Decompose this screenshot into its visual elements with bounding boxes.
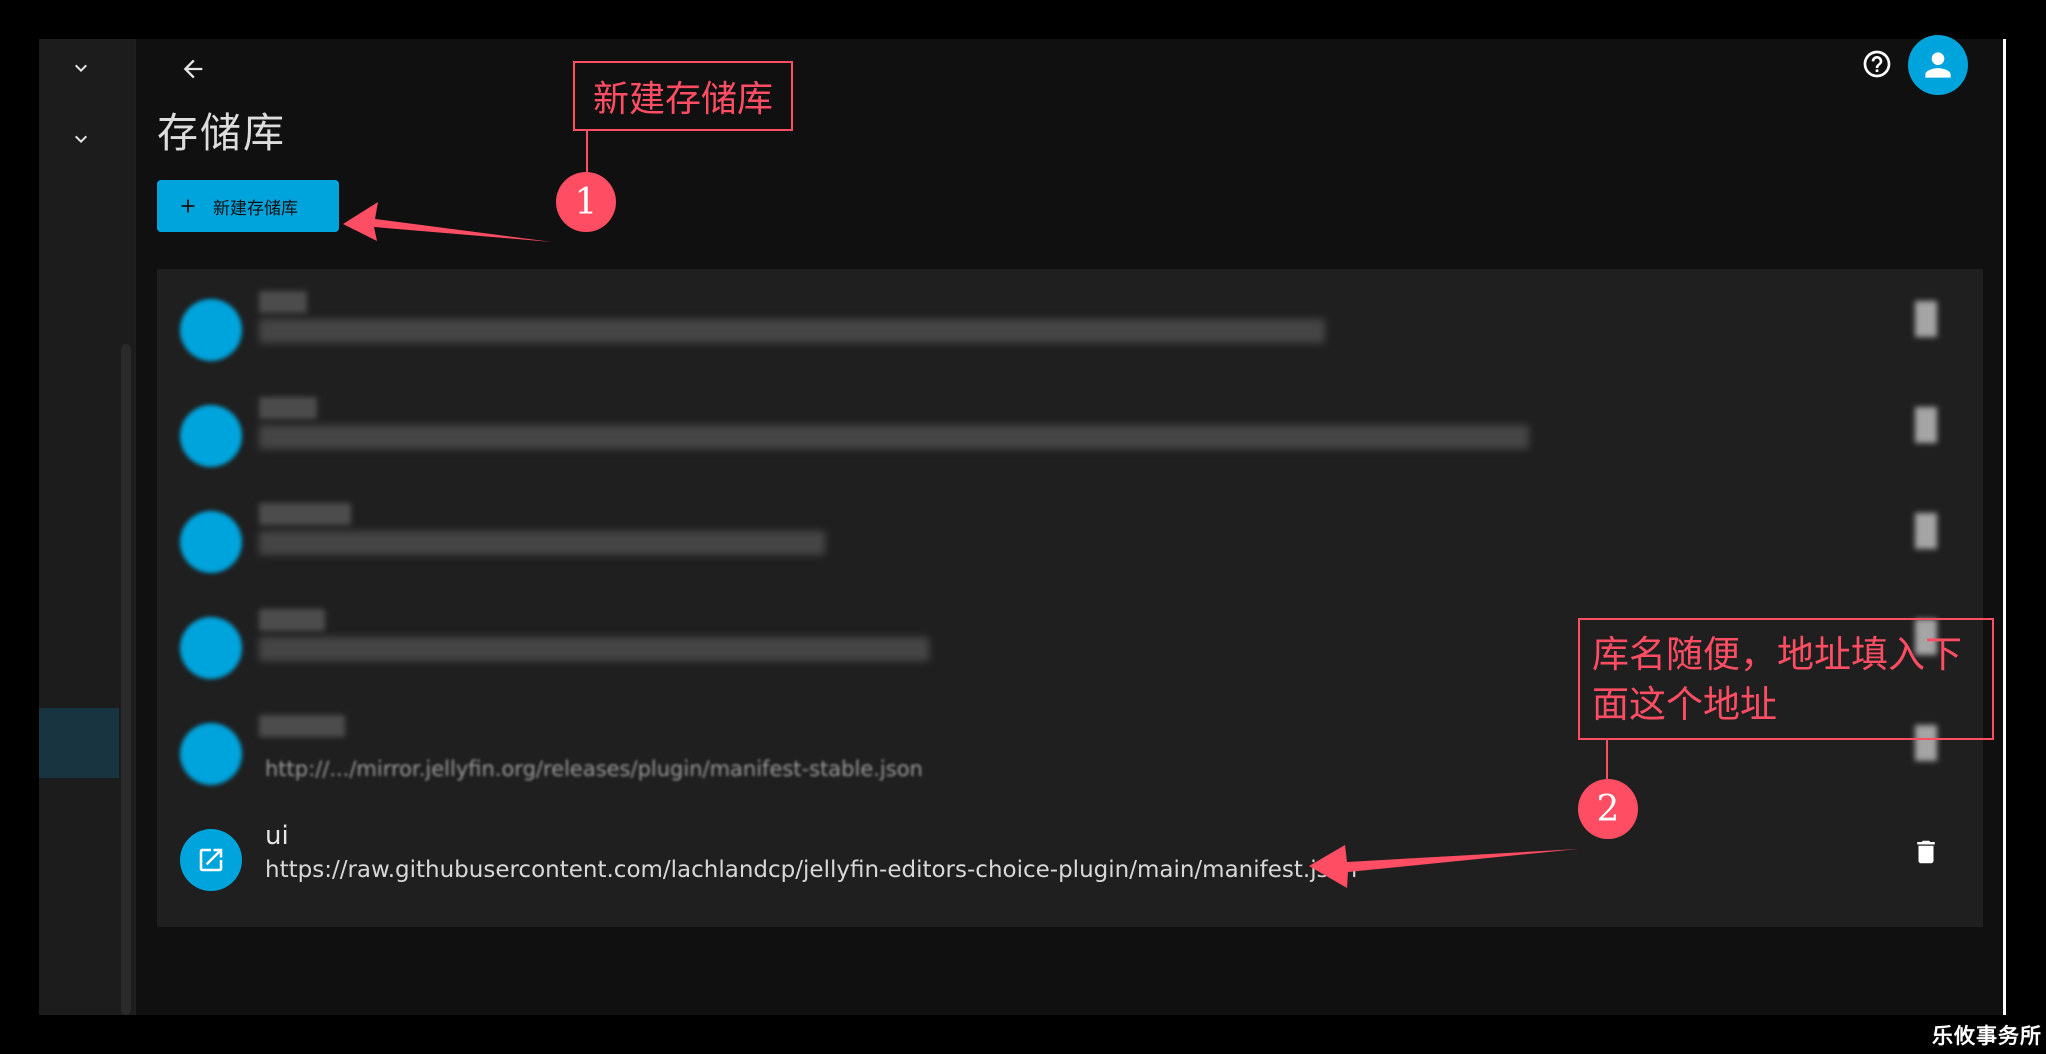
delete-icon[interactable] — [1915, 301, 1937, 337]
app-window: 存储库 新建存储库 http://.../mirror.jellyfin.org… — [39, 35, 2003, 1015]
annotation-box: 库名随便，地址填入下 面这个地址 — [1578, 618, 1994, 740]
redacted-name — [259, 715, 345, 737]
repository-url: https://raw.githubusercontent.com/lachla… — [265, 857, 1358, 883]
arrow-left-icon — [183, 59, 203, 79]
back-button[interactable] — [171, 47, 215, 91]
list-item[interactable] — [157, 277, 1983, 383]
open-link-icon[interactable] — [180, 617, 242, 679]
sidebar-active-item[interactable] — [39, 708, 119, 778]
annotation-connector — [1606, 740, 1608, 779]
repository-url: http://.../mirror.jellyfin.org/releases/… — [265, 757, 923, 781]
repository-name: ui — [265, 821, 289, 851]
delete-icon[interactable] — [1915, 513, 1937, 549]
watermark: 乐攸事务所 — [1932, 1024, 2042, 1048]
new-repository-label: 新建存储库 — [213, 198, 298, 219]
divider — [2003, 39, 2006, 1015]
open-link-icon[interactable] — [180, 299, 242, 361]
list-item[interactable] — [157, 383, 1983, 489]
open-link-icon[interactable] — [180, 405, 242, 467]
plus-icon — [181, 199, 195, 213]
chevron-down-icon[interactable] — [69, 56, 93, 80]
avatar[interactable] — [1908, 35, 1968, 95]
list-item[interactable] — [157, 489, 1983, 595]
delete-icon[interactable] — [1911, 837, 1941, 867]
help-button[interactable] — [1857, 44, 1897, 84]
open-link-icon[interactable] — [180, 829, 242, 891]
redacted-name — [259, 609, 325, 631]
redacted-name — [259, 503, 351, 525]
redacted-url — [259, 637, 929, 661]
annotation-box: 新建存储库 — [573, 61, 793, 131]
redacted-name — [259, 397, 317, 419]
delete-icon[interactable] — [1915, 407, 1937, 443]
help-circle-icon — [1863, 50, 1891, 78]
open-link-icon[interactable] — [180, 511, 242, 573]
person-icon — [1925, 52, 1951, 78]
sidebar-scrollbar[interactable] — [121, 344, 131, 1015]
divider — [134, 39, 136, 1015]
annotation-connector — [586, 131, 588, 172]
redacted-name — [259, 291, 307, 313]
chevron-down-icon[interactable] — [69, 127, 93, 151]
sidebar — [39, 39, 134, 1015]
annotation-line: 库名随便，地址填入下 — [1592, 633, 1962, 676]
repository-list: http://.../mirror.jellyfin.org/releases/… — [157, 269, 1983, 927]
redacted-url — [259, 531, 825, 555]
list-item[interactable]: ui https://raw.githubusercontent.com/lac… — [157, 807, 1983, 913]
annotation-step-badge: 1 — [556, 172, 616, 232]
open-link-icon[interactable] — [180, 723, 242, 785]
new-repository-button[interactable]: 新建存储库 — [157, 180, 339, 232]
redacted-url — [259, 425, 1529, 449]
page-title: 存储库 — [157, 109, 286, 157]
annotation-step-badge: 2 — [1578, 779, 1638, 839]
annotation-line: 面这个地址 — [1592, 683, 1777, 726]
redacted-url — [259, 319, 1325, 343]
